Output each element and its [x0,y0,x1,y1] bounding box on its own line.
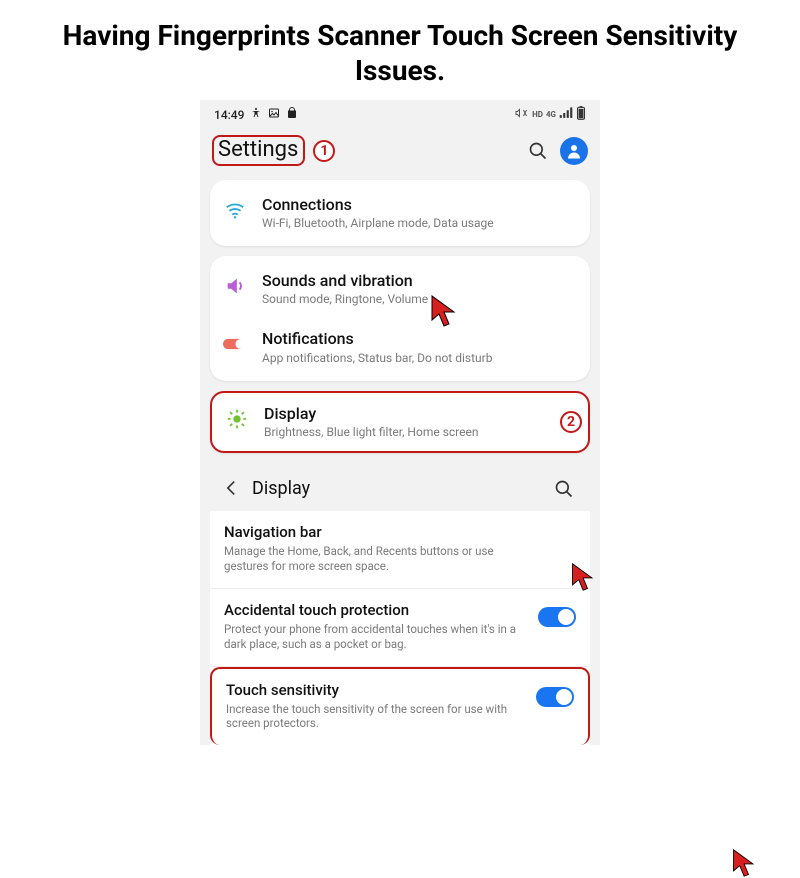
row-notifications[interactable]: Notifications App notifications, Status … [210,318,590,376]
touch-desc: Increase the touch sensitivity of the sc… [226,702,526,732]
navbar-title: Navigation bar [224,523,576,541]
connections-title: Connections [262,195,576,214]
notifications-sub: App notifications, Status bar, Do not di… [262,351,576,366]
phone-frame: 14:49 HD 4G Settings [200,100,600,745]
wifi-icon [222,197,248,223]
connections-sub: Wi-Fi, Bluetooth, Airplane mode, Data us… [262,216,576,231]
touch-title: Touch sensitivity [226,681,526,699]
settings-title: Settings [212,135,305,166]
brightness-icon [224,406,250,432]
back-button[interactable] [220,477,242,501]
card-display: Display Brightness, Blue light filter, H… [210,391,590,453]
network-label: 4G [546,110,556,119]
row-connections[interactable]: Connections Wi-Fi, Bluetooth, Airplane m… [210,184,590,242]
search-icon [554,479,574,499]
touch-toggle[interactable] [536,687,574,707]
volume-icon [222,273,248,299]
vibrate-mute-icon [515,107,529,122]
chevron-left-icon [224,480,238,496]
accidental-title: Accidental touch protection [224,601,528,619]
card-connections: Connections Wi-Fi, Bluetooth, Airplane m… [210,180,590,246]
navbar-desc: Manage the Home, Back, and Recents butto… [224,544,524,574]
hd-badge: HD [532,110,543,119]
card-sounds-notifications: Sounds and vibration Sound mode, Rington… [210,256,590,380]
image-icon [268,107,280,122]
accessibility-icon [250,107,262,122]
row-touch-sensitivity[interactable]: Touch sensitivity Increase the touch sen… [210,667,590,746]
display-subtitle: Display [252,478,540,499]
accidental-desc: Protect your phone from accidental touch… [224,622,524,652]
row-sounds[interactable]: Sounds and vibration Sound mode, Rington… [210,260,590,318]
sounds-sub: Sound mode, Ringtone, Volume [262,292,576,307]
shopping-icon [286,107,298,122]
notification-icon [222,331,248,357]
search-button[interactable] [524,137,552,165]
search-icon [528,141,548,161]
profile-button[interactable] [560,137,588,165]
display-sub: Brightness, Blue light filter, Home scre… [264,425,542,440]
notifications-title: Notifications [262,329,576,348]
row-accidental-touch[interactable]: Accidental touch protection Protect your… [210,589,590,667]
sounds-title: Sounds and vibration [262,271,576,290]
status-time: 14:49 [214,108,244,122]
display-title: Display [264,404,542,423]
display-subheader: Display [210,463,590,511]
accidental-toggle[interactable] [538,607,576,627]
status-bar: 14:49 HD 4G [200,100,600,127]
step-2-marker: 2 [560,411,582,433]
page-headline: Having Fingerprints Scanner Touch Screen… [0,0,800,92]
signal-icon [559,107,573,122]
row-display[interactable]: Display Brightness, Blue light filter, H… [212,393,556,451]
person-icon [565,142,583,160]
battery-icon [576,106,586,123]
step-1-marker: 1 [313,140,335,162]
row-navigation-bar[interactable]: Navigation bar Manage the Home, Back, an… [210,511,590,589]
display-subscreen: Display Navigation bar Manage the Home, … [210,463,590,746]
settings-header: Settings 1 [200,127,600,180]
display-search-button[interactable] [550,475,578,503]
